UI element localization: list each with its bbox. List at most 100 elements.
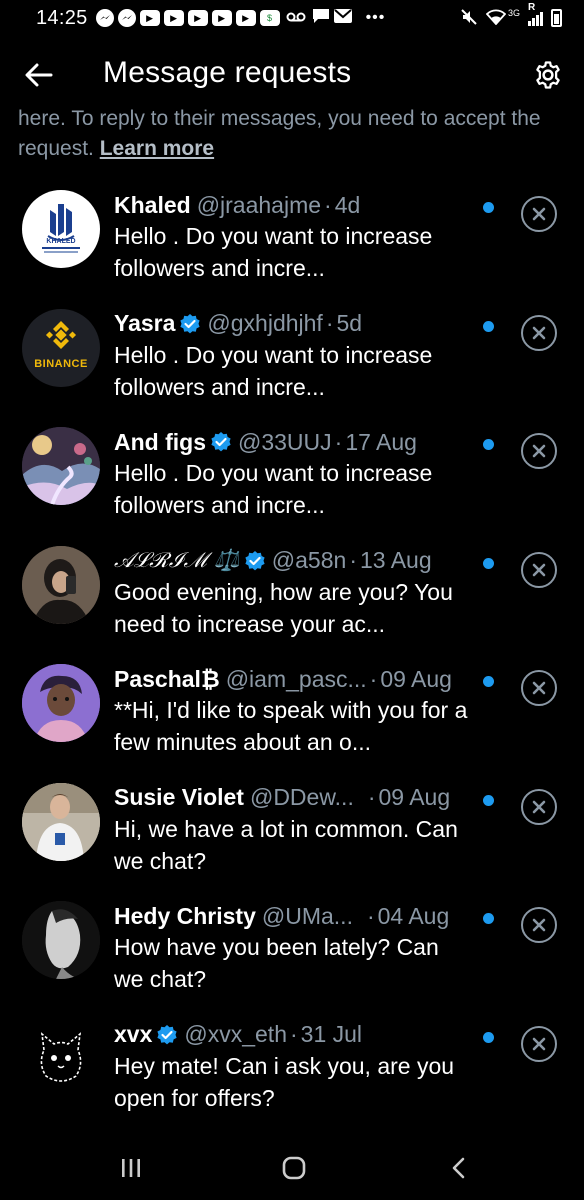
- top-bar: Message requests: [0, 42, 584, 108]
- dismiss-button[interactable]: [521, 314, 557, 351]
- unread-indicator: [483, 676, 494, 687]
- message-request-item[interactable]: Paschal₿ @iam_pasc... · 09 Aug **Hi, I'd…: [0, 652, 584, 771]
- system-navigation-bar: [0, 1136, 584, 1200]
- sender-name: Yasra: [114, 310, 176, 336]
- home-button[interactable]: [280, 1154, 308, 1182]
- sender-handle: @33UUJ: [238, 428, 332, 455]
- youtube-icon: ▶: [163, 10, 184, 26]
- wifi-icon: [485, 9, 507, 28]
- sender-name: Paschal₿: [114, 665, 220, 692]
- message-preview: How have you been lately? Can we chat?: [114, 934, 439, 992]
- recent-apps-icon: [122, 1159, 140, 1177]
- request-header: Paschal₿ @iam_pasc... · 09 Aug: [114, 664, 474, 694]
- cat-sketch-avatar: [22, 1019, 100, 1098]
- status-time: 14:25: [36, 6, 88, 29]
- close-icon: [532, 1037, 546, 1050]
- message-request-list: KHALED Khaled @jraahajme · 4d Hello . Do…: [0, 178, 584, 1126]
- request-header: Susie Violet @DDew... · 09 Aug: [114, 783, 474, 813]
- request-header: And figs @33UUJ · 17 Aug: [114, 427, 474, 457]
- request-content: Hedy Christy @UMa... · 04 Aug How have y…: [114, 901, 474, 995]
- learn-more-link[interactable]: Learn more: [100, 137, 214, 160]
- request-content: Yasra @gxhjdhjhf · 5d Hello . Do you wan…: [114, 309, 474, 403]
- timestamp: 13 Aug: [359, 547, 432, 573]
- sender-name: And figs: [114, 428, 206, 455]
- sender-name: Susie Violet: [114, 784, 244, 810]
- message-preview: Hello . Do you want to increase follower…: [114, 341, 433, 400]
- unread-indicator: [483, 913, 494, 924]
- close-icon: [532, 444, 546, 458]
- notification-icons: ▶ ▶ ▶ ▶ ▶ $ •••: [95, 8, 386, 29]
- avatar[interactable]: BINANCE: [22, 308, 100, 387]
- verified-badge-icon: [244, 550, 266, 572]
- avatar[interactable]: [22, 1019, 100, 1098]
- avatar[interactable]: KHALED: [22, 190, 100, 268]
- verified-badge-icon: [156, 1024, 178, 1046]
- chevron-left-icon: [452, 1157, 465, 1179]
- person-photo-avatar: [22, 782, 100, 861]
- avatar[interactable]: [22, 427, 100, 505]
- dismiss-button[interactable]: [521, 670, 557, 706]
- dollar-app-icon: $: [259, 10, 280, 26]
- arrow-left-icon: [25, 63, 53, 87]
- cartoon-avatar: [22, 664, 100, 742]
- close-icon: [532, 326, 546, 339]
- timestamp: 5d: [336, 310, 363, 336]
- request-header: Yasra @gxhjdhjhf · 5d: [114, 309, 474, 339]
- separator: ·: [366, 902, 375, 929]
- unread-indicator: [483, 320, 494, 332]
- more-notifications-icon: •••: [365, 9, 386, 26]
- request-header: Khaled @jraahajme · 4d: [114, 190, 474, 220]
- signal-icon: R: [528, 2, 543, 26]
- settings-button[interactable]: [530, 57, 566, 93]
- youtube-icon: ▶: [187, 10, 208, 26]
- close-icon: [532, 681, 546, 695]
- verified-badge-icon: [179, 313, 201, 335]
- close-icon: [532, 207, 546, 221]
- request-content: Paschal₿ @iam_pasc... · 09 Aug **Hi, I'd…: [114, 664, 474, 758]
- request-header: xvx @xvx_eth · 31 Jul: [114, 1020, 474, 1050]
- verified-badge-icon: [210, 431, 232, 453]
- avatar[interactable]: [22, 782, 100, 861]
- avatar[interactable]: [22, 664, 100, 742]
- network-type: 3G: [507, 8, 520, 18]
- avatar-label: KHALED: [46, 238, 76, 245]
- dismiss-button[interactable]: [521, 433, 557, 469]
- message-request-item[interactable]: KHALED Khaled @jraahajme · 4d Hello . Do…: [0, 178, 584, 297]
- request-content: And figs @33UUJ · 17 Aug Hello . Do you …: [114, 427, 474, 521]
- separator: ·: [324, 191, 332, 218]
- message-request-item[interactable]: Susie Violet @DDew... · 09 Aug Hi, we ha…: [0, 771, 584, 890]
- message-request-item[interactable]: 𝒜ℒℛℐℳ ⚖️ @a58n · 13 Aug Good evening, ho…: [0, 534, 584, 653]
- dismiss-button[interactable]: [521, 788, 557, 825]
- message-request-item[interactable]: Hedy Christy @UMa... · 04 Aug How have y…: [0, 889, 584, 1008]
- request-header: Hedy Christy @UMa... · 04 Aug: [114, 901, 474, 931]
- person-photo-avatar: [22, 545, 100, 624]
- recent-apps-button[interactable]: [118, 1154, 144, 1182]
- messenger-icon: [95, 9, 114, 27]
- close-icon: [532, 563, 546, 576]
- message-request-item[interactable]: And figs @33UUJ · 17 Aug Hello . Do you …: [0, 415, 584, 534]
- message-preview: **Hi, I'd like to speak with you for a f…: [114, 697, 468, 755]
- sender-handle: @UMa...: [261, 902, 353, 929]
- youtube-icon: ▶: [211, 10, 232, 26]
- close-icon: [532, 918, 546, 932]
- back-button[interactable]: [22, 58, 56, 92]
- message-preview: Hello . Do you want to increase follower…: [114, 460, 433, 518]
- unread-indicator: [483, 439, 494, 450]
- battery-icon: [551, 9, 562, 27]
- sender-handle: @jraahajme: [196, 191, 322, 218]
- sender-name: xvx: [114, 1021, 153, 1047]
- dismiss-button[interactable]: [521, 1025, 557, 1062]
- timestamp: 09 Aug: [380, 665, 452, 692]
- dismiss-button[interactable]: [521, 196, 557, 232]
- back-nav-button[interactable]: [446, 1154, 472, 1182]
- intro-message: here. To reply to their messages, you ne…: [18, 107, 541, 160]
- message-request-item[interactable]: xvx @xvx_eth · 31 Jul Hey mate! Can i as…: [0, 1008, 584, 1127]
- unread-indicator: [483, 202, 494, 213]
- dismiss-button[interactable]: [521, 907, 557, 943]
- avatar[interactable]: [22, 901, 100, 979]
- message-request-item[interactable]: BINANCE Yasra @gxhjdhjhf · 5d Hello . Do…: [0, 297, 584, 416]
- page-title: Message requests: [103, 56, 352, 89]
- gear-icon: [536, 61, 560, 89]
- dismiss-button[interactable]: [521, 551, 557, 588]
- avatar[interactable]: [22, 545, 100, 624]
